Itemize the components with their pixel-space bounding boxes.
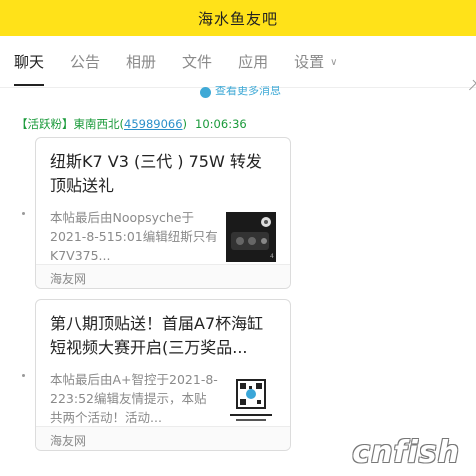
qr-code-thumbnail bbox=[226, 374, 276, 424]
tab-files-label: 文件 bbox=[182, 52, 213, 71]
clock-icon bbox=[200, 87, 211, 98]
bullet-dot bbox=[22, 212, 25, 215]
svg-text:4: 4 bbox=[270, 253, 274, 260]
tab-chat[interactable]: 聊天 bbox=[14, 36, 45, 88]
tab-announcements-label: 公告 bbox=[70, 52, 101, 71]
sender-name[interactable]: 東南西北 bbox=[74, 117, 120, 131]
aquarium-light-thumbnail: 4 bbox=[226, 212, 276, 262]
tab-settings-label: 设置 bbox=[294, 52, 325, 71]
card-summary: 本帖最后由Noopsyche于2021-8-515:01编辑纽斯只有K7V375… bbox=[50, 210, 218, 263]
title-bar: 海水鱼友吧 bbox=[0, 0, 476, 36]
share-card[interactable]: 纽斯K7 V3 (三代 ) 75W 转发顶贴送礼 本帖最后由Noopsyche于… bbox=[35, 137, 291, 289]
tab-apps[interactable]: 应用 bbox=[238, 36, 268, 88]
card-source: 海友网 bbox=[36, 264, 290, 288]
sender-id-link[interactable]: 45989066 bbox=[124, 117, 183, 131]
card-source: 海友网 bbox=[36, 426, 290, 450]
view-more-messages-label: 查看更多消息 bbox=[215, 86, 281, 97]
message-timestamp: 10:06:36 bbox=[195, 117, 247, 131]
card-summary: 本帖最后由A+智控于2021-8-223:52编辑友情提示，本贴共两个活动！活动… bbox=[50, 372, 218, 425]
tab-album-label: 相册 bbox=[126, 52, 157, 71]
tab-announcements[interactable]: 公告 bbox=[70, 36, 100, 88]
watermark-logo: cnfish bbox=[352, 435, 460, 470]
bullet-dot bbox=[22, 374, 25, 377]
message-header: 【活跃粉】東南西北(45989066) 10:06:36 bbox=[16, 117, 247, 131]
tab-album[interactable]: 相册 bbox=[126, 36, 156, 88]
tab-bar: 聊天 公告 相册 文件 应用 设置 ∨ bbox=[0, 36, 476, 88]
tab-files[interactable]: 文件 bbox=[182, 36, 212, 88]
tab-apps-label: 应用 bbox=[238, 52, 269, 71]
card-title: 纽斯K7 V3 (三代 ) 75W 转发顶贴送礼 bbox=[50, 152, 262, 195]
tab-chat-label: 聊天 bbox=[14, 52, 45, 71]
card-title: 第八期顶贴送！首届A7杯海缸短视频大赛开启(三万奖品... bbox=[50, 314, 264, 357]
member-badge: 【活跃粉】 bbox=[16, 117, 74, 131]
tab-settings[interactable]: 设置 ∨ bbox=[294, 36, 337, 88]
share-card[interactable]: 第八期顶贴送！首届A7杯海缸短视频大赛开启(三万奖品... 本帖最后由A+智控于… bbox=[35, 299, 291, 451]
view-more-messages-link[interactable]: 查看更多消息 bbox=[200, 86, 281, 98]
chevron-down-icon: ∨ bbox=[330, 56, 338, 68]
window-title: 海水鱼友吧 bbox=[197, 9, 278, 28]
